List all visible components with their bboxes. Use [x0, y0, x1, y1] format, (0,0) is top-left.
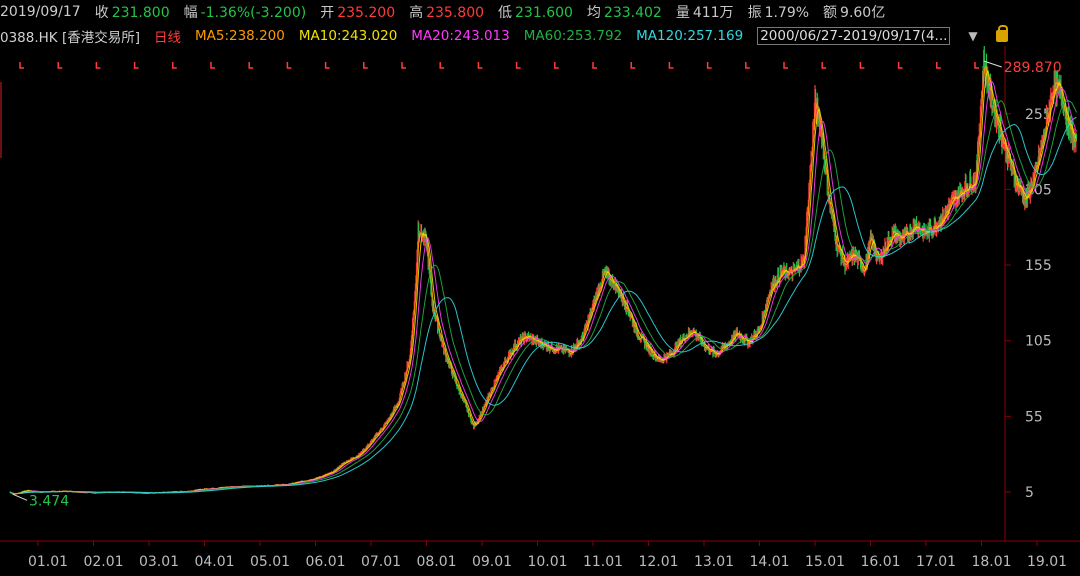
- price-chart[interactable]: 01.01 02.01 03.01 04.01 05.01 06.01 07.01 08.01…: [0, 46, 1080, 576]
- x-tick-label: 04.01: [194, 554, 234, 570]
- x-tick-label: 13.01: [694, 554, 734, 570]
- triangle-down-icon[interactable]: ▼: [968, 29, 977, 43]
- x-tick-label: 18.01: [971, 554, 1011, 570]
- date-range-box[interactable]: 2000/06/27-2019/09/17(4...: [757, 27, 951, 45]
- quote-volume: 量 411万: [675, 5, 734, 21]
- top-marker: [515, 62, 521, 69]
- ma20-line: [9, 80, 1077, 495]
- x-tick-label: 07.01: [361, 554, 401, 570]
- top-marker: [706, 62, 712, 69]
- min-annotation-line: [12, 493, 28, 501]
- top-marker: [95, 62, 101, 69]
- quote-close: 收 231.800: [94, 5, 170, 21]
- top-marker: [363, 62, 368, 69]
- top-marker: [172, 62, 177, 69]
- max-annotation-label: 289.870: [1004, 60, 1062, 76]
- x-tick-label: 15.01: [805, 554, 845, 570]
- volume-value: 411万: [692, 5, 734, 21]
- top-marker: [859, 62, 865, 69]
- quote-low: 低 231.600: [498, 5, 573, 21]
- x-tick-label: 06.01: [305, 554, 345, 570]
- top-marker: [554, 62, 559, 69]
- top-marker: [210, 62, 215, 69]
- min-annotation-label: 3.474: [29, 493, 69, 509]
- x-tick-label: 12.01: [638, 554, 678, 570]
- top-marker: [897, 62, 903, 69]
- amplitude-value: 1.79%: [764, 5, 810, 21]
- top-marker: [821, 62, 827, 69]
- amount-value: 9.60亿: [840, 5, 886, 21]
- ma5-line: [9, 65, 1077, 495]
- x-tick-label: 19.01: [1027, 554, 1067, 570]
- quote-high: 高 235.800: [409, 5, 485, 21]
- top-marker: [133, 62, 139, 69]
- top-marker: [592, 62, 597, 69]
- top-marker: [286, 62, 292, 69]
- quote-amplitude: 振 1.79%: [747, 5, 810, 21]
- ma10-label: MA10:243.020: [298, 28, 398, 44]
- top-marker: [668, 62, 674, 69]
- top-marker: [401, 62, 406, 69]
- ma120-line: [9, 116, 1077, 495]
- quote-change: 幅 -1.36%(-3.200): [183, 5, 307, 21]
- x-tick-label: 08.01: [416, 554, 456, 570]
- period-label[interactable]: 日线: [154, 26, 181, 46]
- change-value: -1.36%(-3.200): [200, 5, 307, 21]
- low-value: 231.600: [515, 5, 573, 21]
- ma120-label: MA120:257.169: [636, 28, 744, 44]
- quote-date: 2019/09/17: [0, 4, 81, 20]
- quote-header: 2019/09/17 收 231.800 幅 -1.36%(-3.200) 开 235…: [0, 0, 1080, 24]
- top-marker: [57, 62, 63, 69]
- ma10-line: [9, 69, 1077, 495]
- ma60-line: [9, 99, 1077, 495]
- x-tick-label: 16.01: [860, 554, 900, 570]
- x-tick-label: 17.01: [916, 554, 956, 570]
- x-tick-label: 01.01: [28, 554, 68, 570]
- indicator-bar: 0388.HK [香港交易所] 日线 MA5:238.200 MA10:243.…: [0, 25, 1080, 47]
- top-marker: [630, 62, 636, 69]
- y-tick-label: 155: [1025, 258, 1052, 274]
- top-marker: [439, 62, 445, 69]
- top-marker: [936, 62, 941, 69]
- top-marker: [477, 62, 483, 69]
- x-tick-label: 11.01: [583, 554, 623, 570]
- y-tick-label: 105: [1025, 334, 1052, 350]
- top-marker: [19, 62, 24, 69]
- top-marker: [783, 62, 788, 69]
- quote-open: 开 235.200: [320, 5, 396, 21]
- x-tick-label: 02.01: [83, 554, 123, 570]
- close-value: 231.800: [111, 5, 170, 21]
- y-tick-label: 5: [1025, 485, 1034, 501]
- stock-symbol[interactable]: 0388.HK [香港交易所]: [0, 26, 140, 46]
- quote-avg: 均 233.402: [586, 5, 662, 21]
- ma5-label: MA5:238.200: [194, 28, 285, 44]
- x-tick-label: 09.01: [472, 554, 512, 570]
- x-tick-label: 05.01: [250, 554, 290, 570]
- ma20-label: MA20:243.013: [411, 28, 510, 44]
- high-value: 235.800: [426, 5, 485, 21]
- x-tick-label: 14.01: [749, 554, 789, 570]
- top-marker: [324, 62, 330, 69]
- top-marker: [248, 62, 254, 69]
- open-value: 235.200: [337, 5, 396, 21]
- ma60-label: MA60:253.792: [523, 28, 623, 44]
- lock-icon[interactable]: [995, 25, 1008, 42]
- avg-value: 233.402: [603, 5, 662, 21]
- quote-amount: 额 9.60亿: [823, 5, 886, 21]
- x-tick-label: 03.01: [139, 554, 179, 570]
- top-marker: [974, 62, 979, 69]
- x-tick-label: 10.01: [527, 554, 567, 570]
- top-marker: [745, 62, 750, 69]
- y-tick-label: 55: [1025, 409, 1043, 425]
